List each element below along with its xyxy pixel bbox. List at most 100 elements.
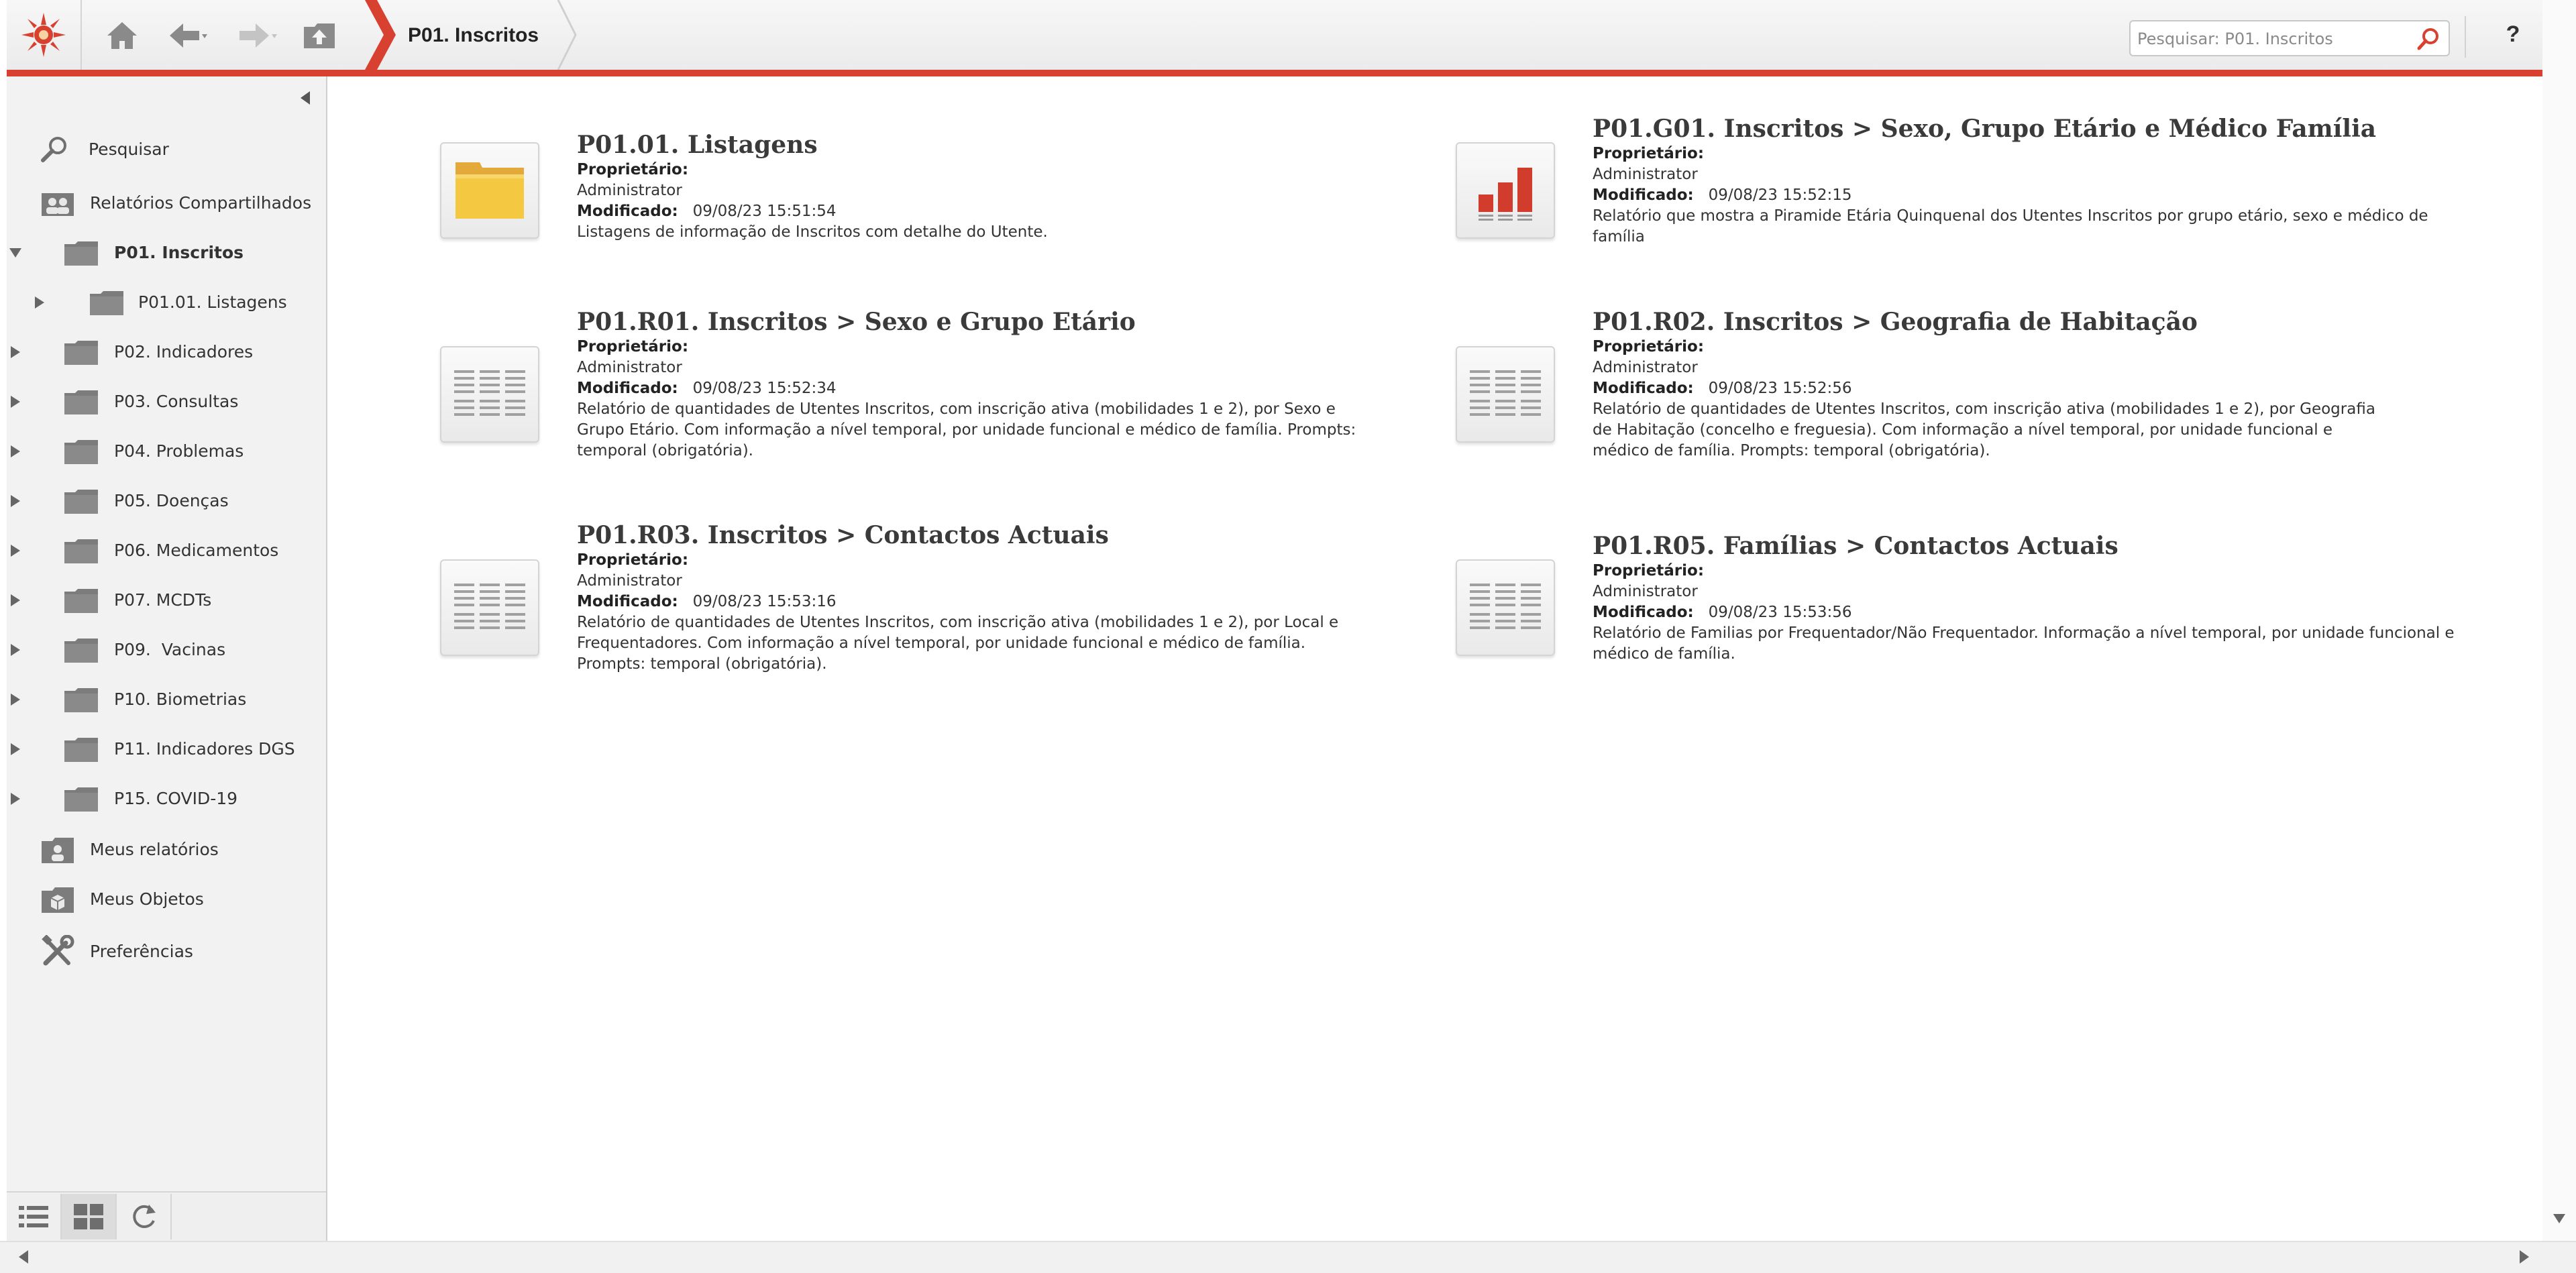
- card-title[interactable]: P01.R01. Inscritos > Sexo e Grupo Etário: [577, 307, 1449, 337]
- scroll-left-icon[interactable]: [17, 1249, 30, 1265]
- report-grid-icon: [1470, 370, 1541, 416]
- up-folder-button[interactable]: [298, 17, 341, 54]
- sidebar-item-preferences[interactable]: Preferências: [7, 931, 326, 971]
- arrow-left-icon: [170, 23, 207, 48]
- expand-right-icon[interactable]: [9, 593, 21, 608]
- report-thumbnail[interactable]: [440, 559, 539, 656]
- home-icon: [107, 22, 137, 49]
- modified-label: Modificado:: [577, 593, 678, 610]
- vertical-scrollbar[interactable]: [2542, 0, 2576, 1241]
- sidebar-item-p0101-listagens[interactable]: P01.01. Listagens: [7, 282, 326, 322]
- grid-view-button[interactable]: [62, 1194, 117, 1239]
- home-button[interactable]: [101, 17, 144, 54]
- sidebar-item-label: Meus relatórios: [90, 839, 219, 859]
- scroll-right-icon[interactable]: [2518, 1249, 2530, 1265]
- refresh-button[interactable]: [117, 1194, 172, 1239]
- report-thumbnail[interactable]: [1456, 346, 1555, 443]
- expand-right-icon[interactable]: [34, 295, 46, 310]
- owner-label: Proprietário:: [1593, 338, 1705, 355]
- folder-icon: [64, 539, 98, 563]
- card-info: P01.R01. Inscritos > Sexo e Grupo Etário…: [577, 307, 1449, 461]
- sidebar-item-label: P11. Indicadores DGS: [114, 738, 295, 759]
- expand-right-icon[interactable]: [9, 394, 21, 409]
- expand-right-icon[interactable]: [9, 444, 21, 459]
- list-view-button[interactable]: [7, 1194, 62, 1239]
- expand-right-icon[interactable]: [9, 494, 21, 508]
- my-reports-icon: [42, 838, 74, 863]
- search-icon: [41, 137, 66, 162]
- card-info: P01.G01. Inscritos > Sexo, Grupo Etário …: [1593, 114, 2465, 247]
- help-button[interactable]: ?: [2500, 21, 2526, 48]
- expand-down-icon[interactable]: [8, 247, 23, 259]
- expand-right-icon[interactable]: [9, 742, 21, 757]
- sidebar-item-label: Preferências: [90, 941, 193, 961]
- sidebar-item-label: P09. Vacinas: [114, 639, 226, 659]
- card-title[interactable]: P01.01. Listagens: [577, 130, 1449, 160]
- card-title[interactable]: P01.R03. Inscritos > Contactos Actuais: [577, 520, 1449, 550]
- sidebar-item-p05[interactable]: P05. Doenças: [7, 480, 326, 520]
- expand-right-icon[interactable]: [9, 791, 21, 806]
- owner-label: Proprietário:: [1593, 562, 1705, 579]
- card-title[interactable]: P01.R02. Inscritos > Geografia de Habita…: [1593, 307, 2465, 337]
- sidebar-item-shared-reports[interactable]: Relatórios Compartilhados: [7, 182, 326, 223]
- search-box: [2129, 20, 2450, 56]
- owner-label: Proprietário:: [577, 338, 689, 355]
- folder-icon: [64, 490, 98, 514]
- folder-icon: [64, 589, 98, 613]
- sidebar-item-label: P01. Inscritos: [114, 242, 244, 262]
- sidebar-item-label: P15. COVID-19: [114, 788, 238, 808]
- tools-icon: [42, 935, 74, 966]
- folder-icon: [64, 341, 98, 365]
- expand-right-icon[interactable]: [9, 345, 21, 359]
- arrow-right-icon: [239, 23, 277, 48]
- chart-thumbnail[interactable]: [1456, 142, 1555, 239]
- horizontal-scrollbar[interactable]: [0, 1241, 2576, 1273]
- sidebar-item-label: P10. Biometrias: [114, 689, 247, 709]
- card-description: Relatório de Familias por Frequentador/N…: [1593, 624, 2455, 663]
- breadcrumb-divider-icon: [365, 0, 396, 70]
- sidebar-item-p03[interactable]: P03. Consultas: [7, 381, 326, 421]
- modified-label: Modificado:: [577, 203, 678, 220]
- sidebar-item-p04[interactable]: P04. Problemas: [7, 431, 326, 471]
- card-description: Relatório de quantidades de Utentes Insc…: [1593, 400, 2375, 459]
- sidebar-item-p01-inscritos[interactable]: P01. Inscritos: [7, 232, 326, 272]
- folder-icon: [64, 390, 98, 414]
- modified-value: 09/08/23 15:52:34: [692, 380, 837, 397]
- sidebar-item-p10[interactable]: P10. Biometrias: [7, 679, 326, 719]
- search-icon[interactable]: [2416, 27, 2440, 51]
- modified-value: 09/08/23 15:52:56: [1708, 380, 1852, 397]
- expand-right-icon[interactable]: [9, 692, 21, 707]
- sidebar-item-my-objects[interactable]: Meus Objetos: [7, 879, 326, 919]
- breadcrumb-current[interactable]: P01. Inscritos: [408, 24, 539, 47]
- scroll-down-icon[interactable]: [2552, 1213, 2567, 1225]
- sidebar-item-my-reports[interactable]: Meus relatórios: [7, 829, 326, 869]
- card-info: P01.R02. Inscritos > Geografia de Habita…: [1593, 307, 2465, 461]
- expand-right-icon[interactable]: [9, 543, 21, 558]
- folder-icon: [64, 688, 98, 712]
- sidebar-item-label: P04. Problemas: [114, 441, 244, 461]
- sidebar-item-search[interactable]: Pesquisar: [7, 129, 326, 169]
- sidebar-item-p09[interactable]: P09. Vacinas: [7, 629, 326, 669]
- sidebar-item-p15[interactable]: P15. COVID-19: [7, 778, 326, 818]
- sidebar-item-p02[interactable]: P02. Indicadores: [7, 331, 326, 372]
- app-logo[interactable]: [7, 0, 82, 70]
- sidebar-item-label: Meus Objetos: [90, 889, 204, 909]
- folder-thumbnail[interactable]: [440, 142, 539, 239]
- sun-logo-icon: [21, 13, 66, 57]
- search-input[interactable]: [2136, 25, 2407, 52]
- sidebar-item-p11[interactable]: P11. Indicadores DGS: [7, 728, 326, 769]
- card-title[interactable]: P01.R05. Famílias > Contactos Actuais: [1593, 531, 2465, 561]
- back-button[interactable]: [158, 17, 219, 54]
- sidebar-item-p07[interactable]: P07. MCDTs: [7, 579, 326, 620]
- report-thumbnail[interactable]: [1456, 559, 1555, 656]
- card-title[interactable]: P01.G01. Inscritos > Sexo, Grupo Etário …: [1593, 114, 2465, 144]
- collapse-sidebar-icon[interactable]: [299, 90, 313, 106]
- forward-button[interactable]: [228, 17, 288, 54]
- expand-right-icon[interactable]: [9, 643, 21, 657]
- owner-value: Administrator: [577, 182, 682, 199]
- sidebar-item-p06[interactable]: P06. Medicamentos: [7, 530, 326, 570]
- report-thumbnail[interactable]: [440, 346, 539, 443]
- grid-view-icon: [74, 1204, 103, 1229]
- sidebar-item-label: P03. Consultas: [114, 391, 239, 411]
- folder-icon: [64, 639, 98, 663]
